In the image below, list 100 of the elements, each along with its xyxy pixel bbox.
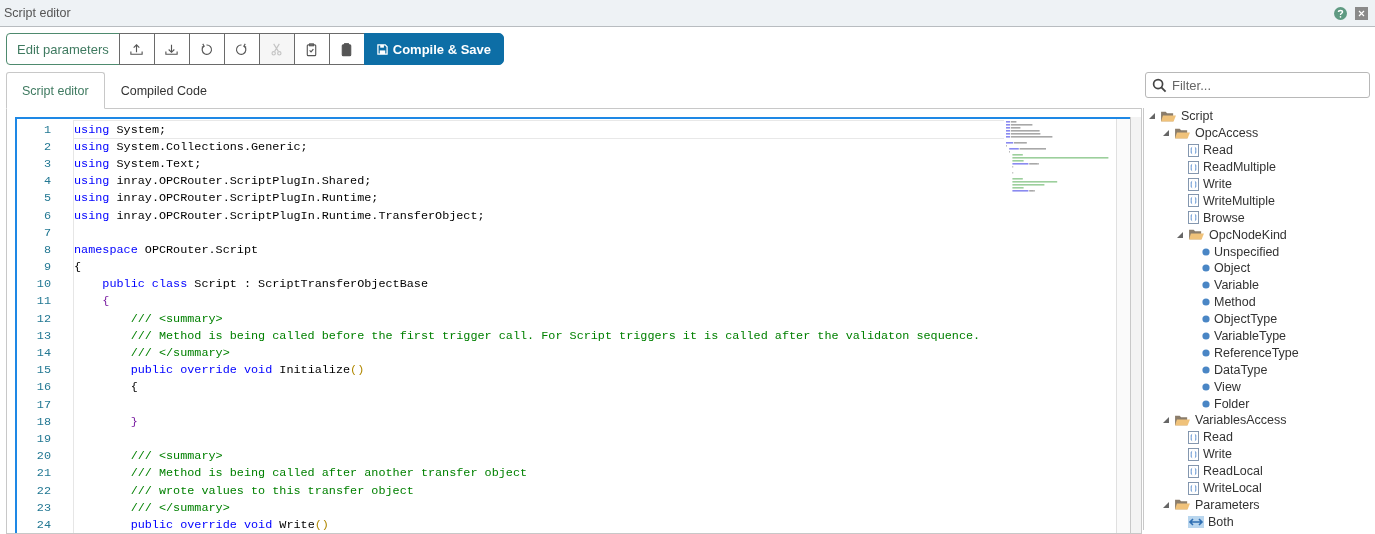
line-number: 19: [35, 431, 51, 446]
upload-button[interactable]: [118, 33, 155, 65]
code-token: public override void: [129, 363, 273, 378]
line-number: 15: [35, 363, 51, 378]
tree-item[interactable]: Unspecified: [1214, 244, 1280, 259]
filter-field[interactable]: Filter...: [1145, 72, 1370, 98]
clipboard-button[interactable]: [328, 33, 365, 65]
undo-button[interactable]: [188, 33, 225, 65]
edit-parameters-button[interactable]: Edit parameters: [6, 33, 120, 65]
window-title: Script editor: [4, 6, 71, 20]
braces-icon: [1188, 143, 1199, 157]
download-button[interactable]: [153, 33, 190, 65]
code-token: System;: [115, 122, 167, 137]
line-number: 2: [42, 139, 51, 154]
caret-icon[interactable]: [1162, 129, 1170, 138]
code-token: (): [314, 517, 329, 532]
braces-icon: [1188, 211, 1199, 225]
save-icon: [376, 43, 388, 55]
clipboard-check-button[interactable]: [293, 33, 330, 65]
tree-item[interactable]: WriteLocal: [1203, 481, 1262, 496]
code-token: using: [74, 139, 110, 154]
tree-item[interactable]: Read: [1203, 143, 1233, 158]
caret-icon[interactable]: [1162, 416, 1170, 425]
tab[interactable]: Script editor: [6, 72, 105, 109]
code-token: using: [74, 174, 110, 189]
code-token: {: [74, 260, 82, 275]
code-token: /// wrote values to this transfer object: [129, 483, 414, 498]
caret-icon[interactable]: [1148, 112, 1156, 121]
tree-item[interactable]: Method: [1214, 295, 1256, 310]
dot-icon: [1202, 247, 1210, 256]
code-token: using: [74, 122, 110, 137]
line-number: 23: [35, 500, 51, 515]
dot-icon: [1202, 264, 1210, 273]
tree-item[interactable]: Object: [1214, 261, 1251, 276]
caret-icon[interactable]: [1176, 230, 1184, 239]
redo-button[interactable]: [223, 33, 260, 65]
two-way-arrow-icon: [1188, 515, 1204, 528]
braces-icon: [1188, 447, 1199, 461]
line-number: 6: [42, 208, 51, 223]
tree-item[interactable]: ReferenceType: [1214, 345, 1299, 360]
tab[interactable]: Compiled Code: [104, 72, 223, 109]
folder-icon: [1174, 126, 1191, 140]
line-number: 14: [35, 346, 51, 361]
braces-icon: [1188, 177, 1199, 191]
tree-item[interactable]: Write: [1203, 177, 1232, 191]
tree-item[interactable]: Both: [1208, 514, 1234, 529]
code-token: using: [74, 208, 110, 223]
code-token: public class: [101, 277, 188, 292]
braces-icon: [1188, 160, 1199, 174]
tree-item[interactable]: Browse: [1203, 210, 1245, 225]
tree-item[interactable]: DataType: [1214, 362, 1268, 377]
tree-item[interactable]: View: [1214, 379, 1241, 394]
tree-item[interactable]: ObjectType: [1214, 312, 1278, 327]
line-number: 21: [35, 466, 51, 481]
tree-item[interactable]: Folder: [1214, 396, 1250, 411]
line-number: 16: [35, 380, 51, 395]
folder-icon: [1174, 498, 1191, 512]
code-token: using: [74, 156, 110, 171]
dot-icon: [1202, 281, 1210, 290]
code-token: /// <summary>: [129, 311, 223, 326]
tree-item[interactable]: Write: [1203, 447, 1232, 462]
folder-icon: [1174, 413, 1191, 427]
line-number: 8: [42, 242, 51, 257]
tree-item[interactable]: VariablesAccess: [1195, 413, 1287, 428]
tree-item[interactable]: OpcAccess: [1195, 126, 1259, 141]
close-icon[interactable]: [1355, 6, 1368, 20]
search-icon: [1152, 78, 1167, 93]
tree-item[interactable]: VariableType: [1214, 329, 1287, 343]
code-token: namespace: [74, 242, 138, 257]
line-number: 18: [35, 414, 51, 429]
line-number: 13: [35, 328, 51, 343]
tree-item[interactable]: WriteMultiple: [1203, 193, 1275, 208]
tree-item[interactable]: Script: [1181, 109, 1213, 124]
caret-icon[interactable]: [1162, 500, 1170, 509]
tree-item[interactable]: ReadMultiple: [1203, 160, 1276, 175]
help-icon[interactable]: [1334, 6, 1347, 20]
compile-save-button[interactable]: Compile & Save: [363, 33, 505, 65]
scissors-icon: [269, 41, 285, 57]
braces-icon: [1188, 194, 1199, 208]
line-number: 10: [35, 277, 51, 292]
tree-item[interactable]: Variable: [1214, 278, 1259, 293]
tree-item[interactable]: ReadLocal: [1203, 464, 1263, 479]
line-number: 4: [42, 174, 51, 189]
line-number: 20: [35, 449, 51, 464]
code-token: inray.OPCRouter.ScriptPlugIn.Runtime;: [115, 191, 379, 206]
tree-item[interactable]: Parameters: [1195, 497, 1260, 512]
code-token: inray.OPCRouter.ScriptPlugIn.Runtime.TransferObject;: [115, 208, 485, 223]
dot-icon: [1202, 399, 1210, 408]
scrollbar[interactable]: [1116, 119, 1130, 533]
dot-icon: [1202, 382, 1210, 391]
braces-icon: [1188, 481, 1199, 495]
line-number: 12: [35, 311, 51, 326]
braces-icon: [1188, 430, 1199, 444]
tree-item[interactable]: Read: [1203, 430, 1233, 445]
folder-icon: [1160, 109, 1177, 123]
tree-item[interactable]: OpcNodeKind: [1209, 227, 1287, 242]
code-token: using: [74, 191, 110, 206]
code-token: {: [101, 294, 110, 309]
dot-icon: [1202, 348, 1210, 357]
code-token: /// <summary>: [129, 449, 223, 464]
